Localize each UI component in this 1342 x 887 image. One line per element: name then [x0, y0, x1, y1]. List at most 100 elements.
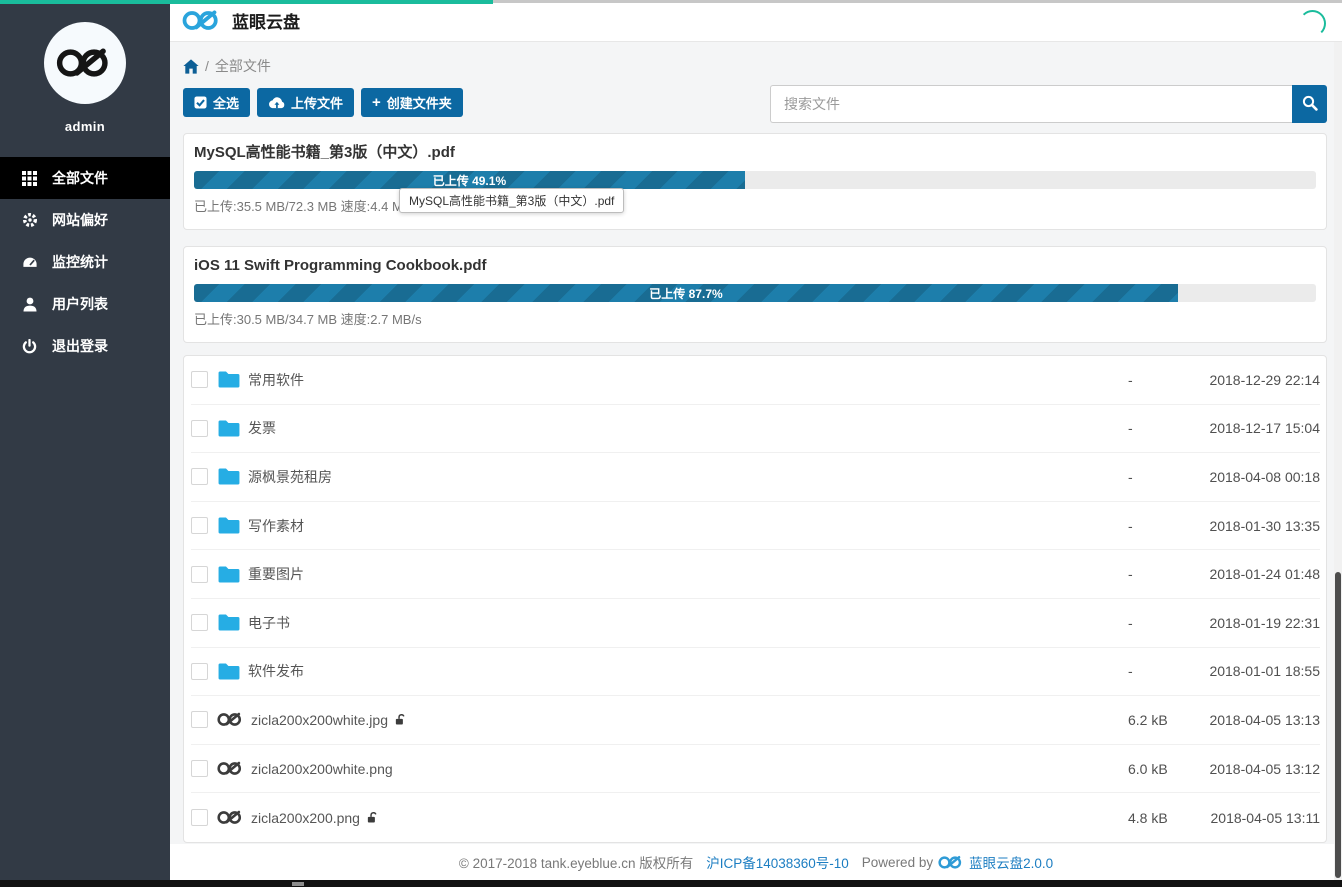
- dashboard-icon: [21, 254, 38, 271]
- avatar[interactable]: [44, 22, 126, 104]
- sidebar-item-label: 网站偏好: [52, 210, 108, 230]
- file-name[interactable]: zicla200x200white.png: [251, 761, 393, 777]
- folder-icon: [217, 565, 241, 584]
- file-date: 2018-01-30 13:35: [1170, 518, 1320, 534]
- row-checkbox[interactable]: [191, 614, 208, 631]
- file-size: -: [1128, 615, 1170, 631]
- search-button[interactable]: [1292, 85, 1327, 123]
- file-name[interactable]: 重要图片: [248, 564, 304, 584]
- file-date: 2018-04-05 13:11: [1170, 810, 1320, 826]
- sidebar-item-label: 退出登录: [52, 336, 108, 356]
- footer: © 2017-2018 tank.eyeblue.cn 版权所有 沪ICP备14…: [170, 844, 1342, 880]
- folder-icon: [217, 662, 241, 681]
- upload-card: MySQL高性能书籍_第3版（中文）.pdf 已上传 49.1% 已上传:35.…: [183, 133, 1327, 230]
- folder-icon: [217, 516, 241, 535]
- brand-version-link[interactable]: 蓝眼云盘2.0.0: [969, 852, 1053, 872]
- file-row[interactable]: 软件发布 - 2018-01-01 18:55: [191, 648, 1320, 697]
- brand-infinity-icon: [182, 7, 222, 34]
- file-thumbnail-icon: [217, 711, 244, 728]
- row-checkbox[interactable]: [191, 711, 208, 728]
- file-name[interactable]: 电子书: [248, 613, 290, 633]
- window-bottom-edge: [0, 880, 1342, 887]
- powered-by: Powered by 蓝眼云盘2.0.0: [862, 852, 1053, 872]
- file-row[interactable]: 写作素材 - 2018-01-30 13:35: [191, 502, 1320, 551]
- file-name[interactable]: 软件发布: [248, 661, 304, 681]
- row-checkbox[interactable]: [191, 517, 208, 534]
- cloud-upload-icon: [268, 96, 285, 109]
- file-row[interactable]: zicla200x200.png 4.8 kB 2018-04-05 13:11: [191, 793, 1320, 842]
- file-row[interactable]: 常用软件 - 2018-12-29 22:14: [191, 356, 1320, 405]
- row-checkbox[interactable]: [191, 371, 208, 388]
- row-checkbox[interactable]: [191, 809, 208, 826]
- sidebar-item-monitoring[interactable]: 监控统计: [0, 241, 170, 283]
- scrollbar-track[interactable]: [1334, 42, 1342, 880]
- file-row[interactable]: zicla200x200white.png 6.0 kB 2018-04-05 …: [191, 745, 1320, 794]
- create-folder-button[interactable]: + 创建文件夹: [361, 88, 463, 117]
- sidebar-item-users[interactable]: 用户列表: [0, 283, 170, 325]
- file-name[interactable]: 发票: [248, 418, 276, 438]
- file-size: 6.0 kB: [1128, 761, 1170, 777]
- sidebar-item-label: 用户列表: [52, 294, 108, 314]
- search-input[interactable]: [770, 85, 1292, 123]
- create-folder-label: 创建文件夹: [387, 93, 452, 112]
- grid-icon: [21, 170, 38, 187]
- file-date: 2018-12-29 22:14: [1170, 372, 1320, 388]
- file-name[interactable]: 源枫景苑租房: [248, 467, 332, 487]
- file-date: 2018-01-24 01:48: [1170, 566, 1320, 582]
- desktop-dock-fragment: [292, 882, 304, 886]
- row-checkbox[interactable]: [191, 663, 208, 680]
- folder-icon: [217, 467, 241, 486]
- sidebar: admin 全部文件 网站偏好: [0, 0, 170, 880]
- brand-infinity-icon: [938, 854, 964, 871]
- row-checkbox[interactable]: [191, 420, 208, 437]
- folder-icon: [217, 419, 241, 438]
- search-icon: [1302, 95, 1318, 114]
- sidebar-item-logout[interactable]: 退出登录: [0, 325, 170, 367]
- check-square-icon: [194, 96, 207, 109]
- plus-icon: +: [372, 95, 381, 110]
- row-checkbox[interactable]: [191, 468, 208, 485]
- upload-filename: MySQL高性能书籍_第3版（中文）.pdf: [194, 143, 1316, 163]
- file-name[interactable]: 写作素材: [248, 516, 304, 536]
- row-checkbox[interactable]: [191, 760, 208, 777]
- sidebar-item-all-files[interactable]: 全部文件: [0, 157, 170, 199]
- file-name[interactable]: zicla200x200.png: [251, 810, 360, 826]
- file-date: 2018-04-05 13:12: [1170, 761, 1320, 777]
- file-date: 2018-01-01 18:55: [1170, 663, 1320, 679]
- file-name[interactable]: zicla200x200white.jpg: [251, 712, 388, 728]
- file-row[interactable]: 源枫景苑租房 - 2018-04-08 00:18: [191, 453, 1320, 502]
- file-date: 2018-04-08 00:18: [1170, 469, 1320, 485]
- progress-bar: 已上传 87.7%: [194, 284, 1178, 302]
- scrollbar-thumb[interactable]: [1335, 572, 1341, 878]
- file-name[interactable]: 常用软件: [248, 370, 304, 390]
- folder-icon: [217, 370, 241, 389]
- upload-file-button[interactable]: 上传文件: [257, 88, 354, 117]
- file-size: 4.8 kB: [1128, 810, 1170, 826]
- powered-by-label: Powered by: [862, 855, 933, 870]
- file-size: -: [1128, 372, 1170, 388]
- file-row[interactable]: zicla200x200white.jpg 6.2 kB 2018-04-05 …: [191, 696, 1320, 745]
- progress-track: 已上传 87.7%: [194, 284, 1316, 302]
- upload-info: 已上传:35.5 MB/72.3 MB 速度:4.4 MB/s: [194, 198, 1316, 215]
- select-all-button[interactable]: 全选: [183, 88, 250, 117]
- page-loading-bar: [0, 0, 493, 4]
- progress-label: 已上传 87.7%: [649, 285, 722, 302]
- file-size: 6.2 kB: [1128, 712, 1170, 728]
- select-all-label: 全选: [213, 93, 239, 112]
- row-checkbox[interactable]: [191, 566, 208, 583]
- sidebar-item-preferences[interactable]: 网站偏好: [0, 199, 170, 241]
- upload-info: 已上传:30.5 MB/34.7 MB 速度:2.7 MB/s: [194, 311, 1316, 328]
- copyright-text: © 2017-2018 tank.eyeblue.cn 版权所有: [459, 852, 693, 872]
- home-icon[interactable]: [183, 59, 199, 74]
- file-row[interactable]: 重要图片 - 2018-01-24 01:48: [191, 550, 1320, 599]
- folder-icon: [217, 613, 241, 632]
- power-icon: [21, 338, 38, 355]
- search-bar: [770, 85, 1327, 123]
- file-row[interactable]: 发票 - 2018-12-17 15:04: [191, 405, 1320, 454]
- file-list: 常用软件 - 2018-12-29 22:14 发票 - 2018-12-17 …: [183, 355, 1327, 843]
- icp-link[interactable]: 沪ICP备14038360号-10: [706, 852, 849, 872]
- file-thumbnail-icon: [217, 760, 244, 777]
- file-row[interactable]: 电子书 - 2018-01-19 22:31: [191, 599, 1320, 648]
- progress-label: 已上传 49.1%: [433, 172, 506, 189]
- file-thumbnail-icon: [217, 809, 244, 826]
